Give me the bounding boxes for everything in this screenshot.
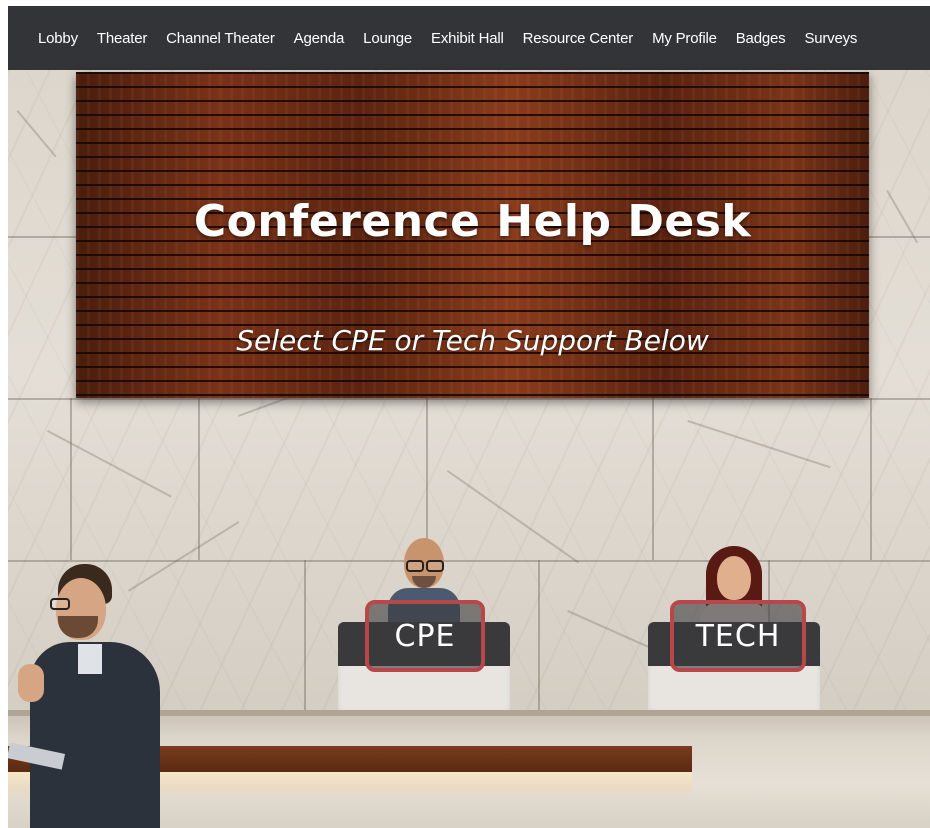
presenter [8, 564, 178, 828]
tile-seam [426, 398, 428, 560]
glasses-icon [406, 560, 424, 572]
tile-seam [304, 560, 306, 710]
tile-seam [869, 236, 930, 238]
tech-button[interactable]: TECH [670, 600, 806, 672]
presenter-hand [18, 664, 44, 702]
nav-channel-theater[interactable]: Channel Theater [166, 30, 275, 47]
page-frame: Lobby Theater Channel Theater Agenda Lou… [8, 6, 930, 828]
nav-lobby[interactable]: Lobby [38, 30, 78, 47]
sign-subtitle: Select CPE or Tech Support Below [236, 324, 709, 357]
nav-exhibit-hall[interactable]: Exhibit Hall [431, 30, 504, 47]
marble-vein [16, 110, 57, 158]
tile-seam [8, 398, 930, 400]
tile-seam [652, 398, 654, 560]
nav-lounge[interactable]: Lounge [363, 30, 412, 47]
tile-seam [70, 398, 72, 560]
kiosk-base [338, 666, 510, 716]
kiosk-base [648, 666, 820, 716]
top-nav: Lobby Theater Channel Theater Agenda Lou… [8, 6, 930, 70]
nav-surveys[interactable]: Surveys [804, 30, 857, 47]
presenter-shirt [78, 644, 102, 674]
tile-seam [8, 236, 76, 238]
nav-resource-center[interactable]: Resource Center [523, 30, 634, 47]
nav-my-profile[interactable]: My Profile [652, 30, 717, 47]
glasses-icon [50, 598, 70, 610]
sign-title: Conference Help Desk [193, 196, 752, 247]
marble-vein [687, 420, 831, 469]
cpe-button[interactable]: CPE [365, 600, 485, 672]
marble-vein [446, 470, 580, 564]
nav-theater[interactable]: Theater [97, 30, 147, 47]
marble-vein [47, 430, 172, 498]
nav-agenda[interactable]: Agenda [294, 30, 345, 47]
tile-seam [8, 560, 930, 562]
help-desk-sign: Conference Help Desk Select CPE or Tech … [76, 72, 869, 398]
help-desk-scene: Conference Help Desk Select CPE or Tech … [8, 70, 930, 828]
tile-seam [870, 398, 872, 560]
tile-seam [538, 560, 540, 710]
glasses-icon [426, 560, 444, 572]
nav-badges[interactable]: Badges [736, 30, 786, 47]
attendant-head [717, 556, 751, 600]
tile-seam [198, 398, 200, 560]
